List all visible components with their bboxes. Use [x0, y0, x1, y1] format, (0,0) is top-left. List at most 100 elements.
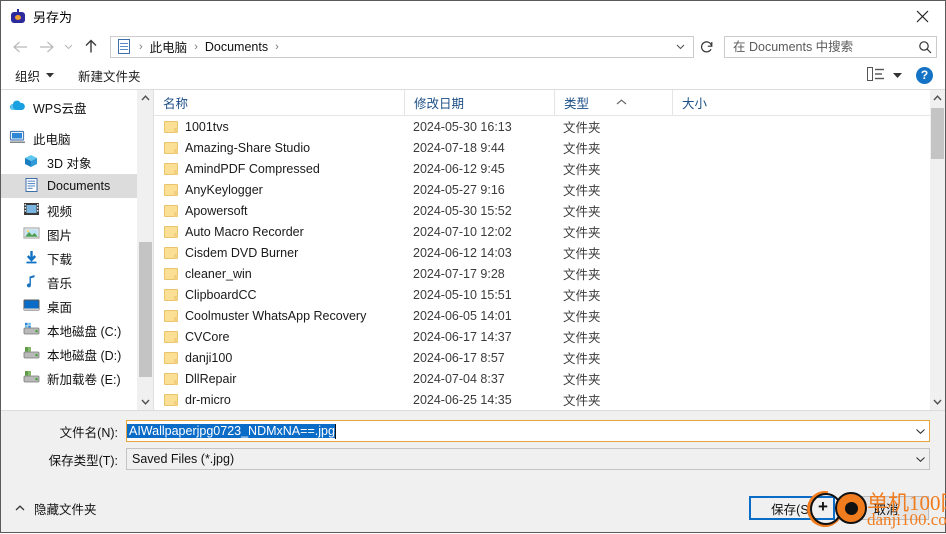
- folder-icon: [164, 267, 178, 280]
- music-icon: [23, 274, 41, 290]
- file-name-cell: AnyKeylogger: [154, 183, 404, 197]
- view-list-icon[interactable]: [867, 67, 885, 83]
- save-button[interactable]: 保存(S): [749, 496, 835, 520]
- breadcrumb-chevron-down-icon[interactable]: [672, 42, 689, 52]
- table-row[interactable]: Apowersoft 2024-05-30 15:52 文件夹: [154, 200, 945, 221]
- sidebar-item-Documents[interactable]: Documents: [1, 174, 153, 198]
- file-type-cell: 文件夹: [563, 394, 601, 408]
- sidebar-item-视频[interactable]: 视频: [1, 198, 153, 222]
- sidebar-scrollbar[interactable]: [137, 90, 153, 410]
- table-row[interactable]: AnyKeylogger 2024-05-27 9:16 文件夹: [154, 179, 945, 200]
- column-header-name[interactable]: 名称: [154, 90, 404, 115]
- scroll-up-icon[interactable]: [930, 90, 945, 106]
- cancel-button[interactable]: 取消: [843, 496, 929, 520]
- breadcrumb-segment-0[interactable]: 此电脑: [150, 37, 188, 56]
- table-row[interactable]: Cisdem DVD Burner 2024-06-12 14:03 文件夹: [154, 242, 945, 263]
- new-folder-button[interactable]: 新建文件夹: [78, 66, 141, 85]
- save-form: 文件名(N): AIWallpaperjpg0723_NDMxNA==.jpg …: [1, 410, 945, 484]
- documents-icon: [23, 178, 41, 194]
- window-title: 另存为: [33, 10, 73, 25]
- sidebar-item-本地磁盘 (D:)[interactable]: 本地磁盘 (D:): [1, 342, 153, 366]
- table-row[interactable]: 1001tvs 2024-05-30 16:13 文件夹: [154, 116, 945, 137]
- sidebar-item-此电脑[interactable]: 此电脑: [1, 126, 153, 150]
- scroll-down-icon[interactable]: [138, 394, 153, 410]
- sidebar-item-3D 对象[interactable]: 3D 对象: [1, 150, 153, 174]
- breadcrumb[interactable]: › 此电脑 › Documents ›: [110, 35, 694, 58]
- table-row[interactable]: DllRepair 2024-07-04 8:37 文件夹: [154, 368, 945, 389]
- folder-icon: [164, 141, 178, 154]
- file-name-label: CVCore: [185, 329, 230, 344]
- table-row[interactable]: Coolmuster WhatsApp Recovery 2024-06-05 1…: [154, 305, 945, 326]
- filetype-field[interactable]: Saved Files (*.jpg): [126, 448, 930, 470]
- file-name-cell: Cisdem DVD Burner: [154, 246, 404, 260]
- up-icon[interactable]: [78, 35, 104, 59]
- sidebar-item-label: 下载: [47, 252, 73, 267]
- filetype-chevron-down-icon[interactable]: [912, 456, 929, 462]
- drive-icon: [23, 346, 41, 362]
- file-name-cell: ClipboardCC: [154, 288, 404, 302]
- file-name-cell: 1001tvs: [154, 120, 404, 134]
- search-input[interactable]: [725, 39, 914, 54]
- file-name-label: Amazing-Share Studio: [185, 140, 311, 155]
- sidebar-item-新加载卷 (E:)[interactable]: 新加载卷 (E:): [1, 366, 153, 390]
- table-row[interactable]: cleaner_win 2024-07-17 9:28 文件夹: [154, 263, 945, 284]
- filename-chevron-down-icon[interactable]: [912, 428, 929, 434]
- downloads-icon: [23, 250, 41, 266]
- file-name-cell: AmindPDF Compressed: [154, 162, 404, 176]
- table-row[interactable]: AmindPDF Compressed 2024-06-12 9:45 文件夹: [154, 158, 945, 179]
- history-dropdown-icon[interactable]: [59, 35, 78, 59]
- file-date-cell: 2024-06-25 14:35: [413, 392, 512, 407]
- column-header-size[interactable]: 大小: [672, 90, 772, 115]
- organize-button[interactable]: 组织: [15, 66, 55, 85]
- filename-input[interactable]: AIWallpaperjpg0723_NDMxNA==.jpg: [127, 424, 335, 438]
- file-date-cell: 2024-06-12 9:45: [413, 161, 505, 176]
- file-name-cell: Amazing-Share Studio: [154, 141, 404, 155]
- column-header-date[interactable]: 修改日期: [404, 90, 554, 115]
- sidebar-item-音乐[interactable]: 音乐: [1, 270, 153, 294]
- folder-icon: [164, 288, 178, 301]
- sidebar-item-label: 音乐: [47, 276, 73, 291]
- file-list-scrollbar[interactable]: [930, 90, 945, 410]
- desktop-icon: [23, 298, 41, 314]
- scroll-up-icon[interactable]: [138, 90, 153, 106]
- file-type-cell: 文件夹: [563, 373, 601, 387]
- table-row[interactable]: dr-micro 2024-06-25 14:35 文件夹: [154, 389, 945, 410]
- sidebar-item-下载[interactable]: 下载: [1, 246, 153, 270]
- scroll-down-icon[interactable]: [930, 394, 945, 410]
- sidebar-item-桌面[interactable]: 桌面: [1, 294, 153, 318]
- sidebar-scroll-thumb[interactable]: [139, 242, 152, 377]
- file-name-label: danji100: [185, 350, 233, 365]
- table-row[interactable]: danji100 2024-06-17 8:57 文件夹: [154, 347, 945, 368]
- file-name-cell: dr-micro: [154, 393, 404, 407]
- sidebar-item-label: 本地磁盘 (C:): [47, 324, 122, 339]
- help-button[interactable]: ?: [916, 66, 933, 84]
- filetype-label: 保存类型(T):: [48, 453, 118, 468]
- view-chevron-down-icon[interactable]: [893, 71, 902, 80]
- filename-field[interactable]: AIWallpaperjpg0723_NDMxNA==.jpg: [126, 420, 930, 442]
- sidebar-item-WPS云盘[interactable]: WPS云盘: [1, 95, 153, 119]
- file-date-cell: 2024-06-17 8:57: [413, 350, 505, 365]
- footer-buttons: 保存(S) 取消: [749, 496, 929, 520]
- app-robot-icon: [10, 8, 26, 25]
- search-icon[interactable]: [914, 40, 936, 54]
- table-row[interactable]: Auto Macro Recorder 2024-07-10 12:02 文件夹: [154, 221, 945, 242]
- refresh-icon[interactable]: [696, 36, 718, 58]
- table-row[interactable]: CVCore 2024-06-17 14:37 文件夹: [154, 326, 945, 347]
- back-icon[interactable]: [7, 35, 33, 59]
- close-icon[interactable]: [899, 1, 945, 31]
- table-row[interactable]: Amazing-Share Studio 2024-07-18 9:44 文件夹: [154, 137, 945, 158]
- file-list-scroll-thumb[interactable]: [931, 108, 944, 159]
- forward-icon[interactable]: [33, 35, 59, 59]
- file-type-cell: 文件夹: [563, 226, 601, 240]
- breadcrumb-separator: ›: [139, 40, 143, 53]
- sidebar-item-本地磁盘 (C:)[interactable]: 本地磁盘 (C:): [1, 318, 153, 342]
- breadcrumb-segment-1[interactable]: Documents: [205, 40, 268, 54]
- sidebar-item-图片[interactable]: 图片: [1, 222, 153, 246]
- cloud-icon: [9, 99, 27, 115]
- search-box[interactable]: [724, 35, 937, 58]
- hide-folders-button[interactable]: 隐藏文件夹: [15, 499, 97, 518]
- filetype-value[interactable]: Saved Files (*.jpg): [127, 452, 234, 466]
- sort-indicator-icon: [607, 90, 627, 114]
- file-type-cell: 文件夹: [563, 352, 601, 366]
- table-row[interactable]: ClipboardCC 2024-05-10 15:51 文件夹: [154, 284, 945, 305]
